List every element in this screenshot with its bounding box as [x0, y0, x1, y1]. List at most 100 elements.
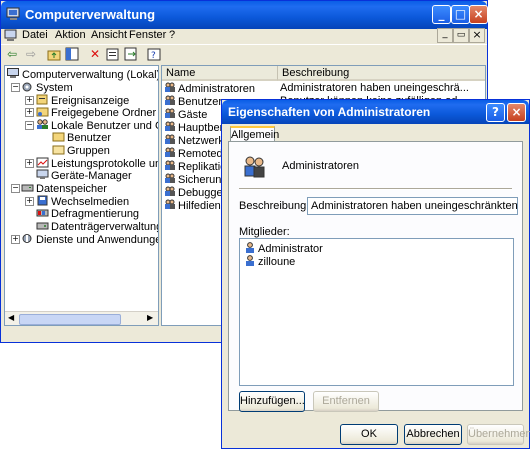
menu-datei[interactable]: Datei [22, 29, 48, 41]
tree-item-datenspeicher[interactable]: Datenspeicher [21, 182, 107, 195]
properties-icon[interactable] [106, 47, 120, 61]
services-applications-icon [22, 234, 32, 243]
menu-help[interactable]: ? [169, 29, 175, 41]
apply-button[interactable]: Übernehmen [467, 424, 530, 445]
tree-horizontal-scrollbar[interactable]: ◀ ▶ [5, 311, 158, 325]
list-item[interactable]: Benutzer [164, 95, 222, 108]
tree-item-benutzer[interactable]: Benutzer [52, 131, 111, 144]
main-window-title: Computerverwaltung [25, 7, 156, 22]
child-restore-button[interactable]: ▭ [453, 28, 469, 43]
up-folder-icon[interactable] [47, 47, 61, 61]
close-icon: × [473, 7, 484, 21]
list-item[interactable]: Administratoren [164, 82, 255, 95]
folder-icon [52, 132, 65, 142]
scroll-left-icon[interactable]: ◀ [8, 313, 14, 322]
description-label: Beschreibung: [239, 200, 310, 212]
local-users-groups-icon [37, 119, 48, 129]
show-hide-tree-icon[interactable] [65, 47, 79, 61]
menu-ansicht[interactable]: Ansicht [91, 29, 127, 41]
group-icon [165, 82, 175, 92]
separator [239, 188, 512, 190]
tree-item-computerverwaltung[interactable]: Computerverwaltung (Lokal) [7, 68, 158, 81]
export-list-icon[interactable] [124, 47, 138, 61]
menu-aktion[interactable]: Aktion [55, 29, 86, 41]
help-icon[interactable]: ? [147, 47, 161, 61]
toolbar: ⇦ ⇨ ✕ ? [1, 44, 487, 63]
expand-toggle[interactable]: + [25, 96, 34, 105]
tree-scroll-thumb[interactable] [19, 314, 121, 325]
app-menu-icon[interactable] [4, 29, 18, 41]
computer-management-icon [6, 7, 20, 20]
expand-toggle[interactable]: + [25, 197, 34, 206]
group-icon [165, 199, 175, 209]
group-icon [244, 156, 265, 178]
remove-member-button[interactable]: Entfernen [313, 391, 379, 412]
tree-item-datentraegerverwaltung[interactable]: Datenträgerverwaltung [36, 220, 158, 233]
minimize-icon: _ [438, 7, 445, 21]
minimize-button[interactable]: _ [432, 5, 451, 24]
child-close-button[interactable]: × [469, 28, 485, 43]
event-viewer-icon [36, 94, 48, 105]
delete-icon[interactable]: ✕ [87, 46, 103, 62]
cancel-button[interactable]: Abbrechen [404, 424, 462, 445]
back-icon[interactable]: ⇦ [4, 46, 20, 62]
dialog-title-bar[interactable]: Eigenschaften von Administratoren ? × [222, 100, 529, 124]
expand-toggle[interactable]: + [11, 235, 20, 244]
expand-toggle[interactable]: + [25, 108, 34, 117]
group-icon [165, 95, 175, 105]
tree-item-gruppen[interactable]: Gruppen [52, 144, 110, 157]
child-minimize-button[interactable]: _ [437, 28, 453, 43]
collapse-toggle[interactable]: − [11, 83, 20, 92]
disk-management-icon [36, 222, 49, 230]
group-icon [165, 186, 175, 196]
user-icon [246, 242, 254, 253]
shared-folders-icon [36, 107, 49, 117]
group-name: Administratoren [282, 160, 360, 172]
list-item[interactable]: Gäste [164, 108, 207, 121]
device-manager-icon [36, 169, 49, 179]
list-item[interactable]: Administrator [244, 242, 323, 255]
main-title-bar[interactable]: Computerverwaltung _ □ × [1, 1, 488, 29]
storage-icon [21, 184, 34, 192]
group-icon [165, 121, 175, 131]
defragmenter-icon [36, 209, 49, 217]
tree-item-geraete-manager[interactable]: Geräte-Manager [36, 169, 132, 182]
help-icon: ? [492, 105, 499, 119]
menu-fenster[interactable]: Fenster [129, 29, 166, 41]
folder-open-icon [52, 145, 65, 155]
console-tree: Computerverwaltung (Lokal) − System + Er… [4, 65, 159, 326]
group-icon [165, 134, 175, 144]
menu-bar: Datei Aktion Ansicht Fenster ? _ ▭ × [1, 26, 487, 44]
maximize-icon: □ [454, 7, 467, 21]
ok-button[interactable]: OK [340, 424, 398, 445]
group-icon [165, 173, 175, 183]
expand-toggle[interactable]: + [25, 159, 34, 168]
maximize-button[interactable]: □ [451, 5, 470, 24]
add-member-button[interactable]: Hinzufügen... [239, 391, 305, 412]
dialog-title: Eigenschaften von Administratoren [228, 105, 431, 119]
members-label: Mitglieder: [239, 226, 290, 238]
tab-page-allgemein: Administratoren Beschreibung: Administra… [228, 141, 523, 412]
description-field[interactable]: Administratoren haben uneingeschränkten … [307, 197, 518, 215]
column-header-name[interactable]: Name [162, 66, 278, 81]
tree-item-freigegebene-ordner[interactable]: Freigegebene Ordner [36, 106, 156, 119]
dialog-help-button[interactable]: ? [486, 103, 505, 122]
removable-storage-icon [37, 195, 48, 206]
forward-icon[interactable]: ⇨ [23, 46, 39, 62]
user-icon [246, 255, 254, 266]
collapse-toggle[interactable]: − [11, 184, 20, 193]
tree-item-system[interactable]: System [21, 81, 73, 94]
collapse-toggle[interactable]: − [25, 121, 34, 130]
close-icon: × [511, 105, 522, 119]
tree-item-dienste-und-anwendungen[interactable]: Dienste und Anwendungen [21, 233, 158, 246]
close-button[interactable]: × [469, 5, 488, 24]
dialog-close-button[interactable]: × [507, 103, 526, 122]
properties-dialog: Eigenschaften von Administratoren ? × Al… [221, 99, 530, 449]
group-icon [165, 108, 175, 118]
scroll-right-icon[interactable]: ▶ [147, 313, 153, 322]
column-header-beschreibung[interactable]: Beschreibung [278, 66, 485, 81]
computer-management-icon [7, 68, 19, 78]
list-item[interactable]: zilloune [244, 255, 295, 268]
tree-item-defragmentierung[interactable]: Defragmentierung [36, 207, 139, 220]
members-list[interactable]: Administrator zilloune [239, 238, 514, 386]
